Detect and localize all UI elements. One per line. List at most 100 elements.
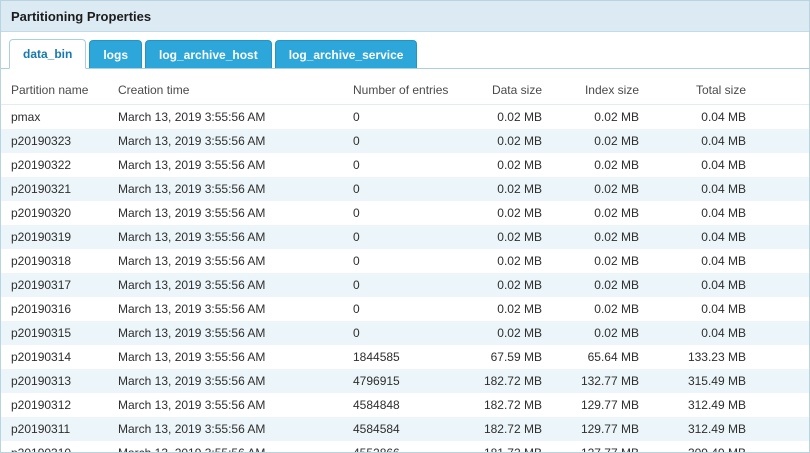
tab-data_bin[interactable]: data_bin (9, 39, 86, 69)
table-row[interactable]: p20190315March 13, 2019 3:55:56 AM00.02 … (1, 321, 809, 345)
cell: March 13, 2019 3:55:56 AM (118, 441, 345, 453)
cell: March 13, 2019 3:55:56 AM (118, 105, 345, 130)
cell: 309.49 MB (639, 441, 746, 453)
cell: 0.02 MB (457, 153, 542, 177)
cell: 0 (345, 225, 457, 249)
table-row[interactable]: p20190323March 13, 2019 3:55:56 AM00.02 … (1, 129, 809, 153)
cell: 0.04 MB (639, 129, 746, 153)
cell-spacer (746, 249, 809, 273)
table-row[interactable]: p20190322March 13, 2019 3:55:56 AM00.02 … (1, 153, 809, 177)
cell: p20190311 (1, 417, 118, 441)
tab-log_archive_host[interactable]: log_archive_host (145, 40, 272, 68)
cell: 0.04 MB (639, 297, 746, 321)
table-row[interactable]: p20190320March 13, 2019 3:55:56 AM00.02 … (1, 201, 809, 225)
cell: 0.04 MB (639, 153, 746, 177)
cell: 4796915 (345, 369, 457, 393)
cell: 4584848 (345, 393, 457, 417)
cell: 0 (345, 201, 457, 225)
partitioning-properties-panel: Partitioning Properties data_binlogslog_… (0, 0, 810, 453)
cell: 0.02 MB (457, 177, 542, 201)
cell: 0.02 MB (542, 273, 639, 297)
cell: 0.02 MB (457, 201, 542, 225)
cell: March 13, 2019 3:55:56 AM (118, 177, 345, 201)
partitions-table: Partition nameCreation timeNumber of ent… (1, 75, 809, 453)
cell: 0.04 MB (639, 201, 746, 225)
cell: 182.72 MB (457, 417, 542, 441)
cell: 0.02 MB (542, 153, 639, 177)
cell: 312.49 MB (639, 393, 746, 417)
column-header-4[interactable]: Index size (542, 75, 639, 105)
cell: 0 (345, 177, 457, 201)
cell: 0.04 MB (639, 225, 746, 249)
column-header-spacer (746, 75, 809, 105)
cell-spacer (746, 369, 809, 393)
cell: pmax (1, 105, 118, 130)
cell: 0.04 MB (639, 249, 746, 273)
cell: 0.04 MB (639, 273, 746, 297)
cell: 0.02 MB (542, 321, 639, 345)
cell: 0 (345, 273, 457, 297)
cell: p20190318 (1, 249, 118, 273)
cell: 0.02 MB (542, 201, 639, 225)
cell: March 13, 2019 3:55:56 AM (118, 393, 345, 417)
cell: 181.72 MB (457, 441, 542, 453)
cell: p20190312 (1, 393, 118, 417)
column-header-0[interactable]: Partition name (1, 75, 118, 105)
cell: 4584584 (345, 417, 457, 441)
cell: 312.49 MB (639, 417, 746, 441)
cell: 0.02 MB (457, 129, 542, 153)
cell: 0.02 MB (457, 249, 542, 273)
cell-spacer (746, 393, 809, 417)
cell: March 13, 2019 3:55:56 AM (118, 273, 345, 297)
table-row[interactable]: p20190314March 13, 2019 3:55:56 AM184458… (1, 345, 809, 369)
cell: March 13, 2019 3:55:56 AM (118, 345, 345, 369)
column-header-1[interactable]: Creation time (118, 75, 345, 105)
cell-spacer (746, 273, 809, 297)
table-row[interactable]: p20190313March 13, 2019 3:55:56 AM479691… (1, 369, 809, 393)
table-row[interactable]: p20190311March 13, 2019 3:55:56 AM458458… (1, 417, 809, 441)
cell: March 13, 2019 3:55:56 AM (118, 321, 345, 345)
cell: 127.77 MB (542, 441, 639, 453)
table-row[interactable]: p20190321March 13, 2019 3:55:56 AM00.02 … (1, 177, 809, 201)
table-row[interactable]: p20190317March 13, 2019 3:55:56 AM00.02 … (1, 273, 809, 297)
cell-spacer (746, 225, 809, 249)
cell: 0 (345, 105, 457, 130)
column-header-3[interactable]: Data size (457, 75, 542, 105)
table-row[interactable]: p20190319March 13, 2019 3:55:56 AM00.02 … (1, 225, 809, 249)
column-header-2[interactable]: Number of entries (345, 75, 457, 105)
table-row[interactable]: p20190310March 13, 2019 3:55:56 AM455286… (1, 441, 809, 453)
cell: March 13, 2019 3:55:56 AM (118, 369, 345, 393)
cell: 67.59 MB (457, 345, 542, 369)
cell: March 13, 2019 3:55:56 AM (118, 249, 345, 273)
tab-log_archive_service[interactable]: log_archive_service (275, 40, 418, 68)
cell: 0 (345, 129, 457, 153)
cell: p20190321 (1, 177, 118, 201)
cell: p20190314 (1, 345, 118, 369)
cell: March 13, 2019 3:55:56 AM (118, 225, 345, 249)
cell: 0.02 MB (542, 297, 639, 321)
column-header-5[interactable]: Total size (639, 75, 746, 105)
cell: 182.72 MB (457, 369, 542, 393)
cell: p20190313 (1, 369, 118, 393)
cell: 0.04 MB (639, 105, 746, 130)
cell: 1844585 (345, 345, 457, 369)
cell: 133.23 MB (639, 345, 746, 369)
table-row[interactable]: pmaxMarch 13, 2019 3:55:56 AM00.02 MB0.0… (1, 105, 809, 130)
cell: 0.02 MB (542, 129, 639, 153)
cell: p20190320 (1, 201, 118, 225)
panel-title-bar: Partitioning Properties (1, 1, 809, 32)
table-row[interactable]: p20190318March 13, 2019 3:55:56 AM00.02 … (1, 249, 809, 273)
table-row[interactable]: p20190312March 13, 2019 3:55:56 AM458484… (1, 393, 809, 417)
cell-spacer (746, 441, 809, 453)
tab-bar: data_binlogslog_archive_hostlog_archive_… (1, 32, 809, 69)
cell: p20190316 (1, 297, 118, 321)
cell: 0.02 MB (457, 225, 542, 249)
cell: March 13, 2019 3:55:56 AM (118, 153, 345, 177)
panel-title: Partitioning Properties (11, 9, 151, 24)
cell: 0 (345, 321, 457, 345)
cell: 0.02 MB (542, 225, 639, 249)
cell: p20190319 (1, 225, 118, 249)
cell: 0 (345, 297, 457, 321)
table-row[interactable]: p20190316March 13, 2019 3:55:56 AM00.02 … (1, 297, 809, 321)
tab-logs[interactable]: logs (89, 40, 142, 68)
